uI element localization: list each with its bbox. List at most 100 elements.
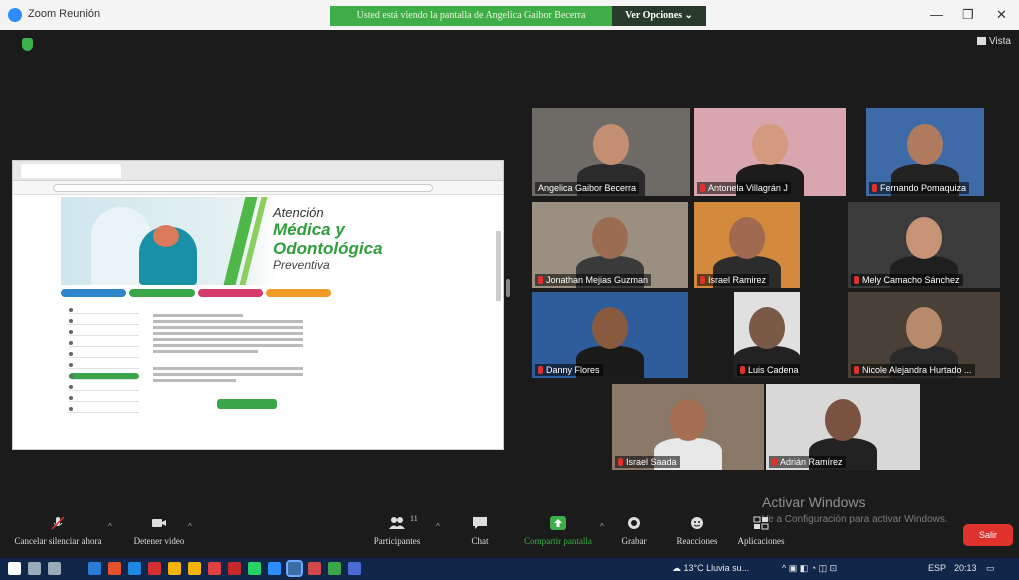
participant-name: Jonathan Mejias Guzman xyxy=(535,274,652,286)
language-indicator[interactable]: ESP xyxy=(928,563,946,573)
website-green-button xyxy=(217,399,277,409)
video-options-caret[interactable]: ^ xyxy=(188,522,192,531)
website-nav-pill xyxy=(265,289,331,297)
zoom-logo-icon xyxy=(8,8,22,22)
participants-button[interactable]: 11 Participantes xyxy=(366,514,428,546)
maximize-button[interactable]: ❐ xyxy=(962,7,974,23)
split-view-handle[interactable] xyxy=(506,279,510,297)
meeting-toolbar: Activar Windows Ve a Configuración para … xyxy=(0,494,1019,558)
view-options-button[interactable]: Ver Opciones ⌄ xyxy=(612,6,706,26)
menu-item xyxy=(69,384,139,391)
participant-video-tile[interactable]: Angelica Gaibor Becerra xyxy=(532,108,690,196)
website-scrollbar xyxy=(496,231,501,301)
participant-video-tile[interactable]: Israel Ramirez xyxy=(694,202,800,288)
participant-video-tile[interactable]: Israel Saada xyxy=(612,384,764,470)
participant-video-tile[interactable]: Mely Camacho Sánchez xyxy=(848,202,1000,288)
website-content-text xyxy=(153,311,303,385)
notifications-icon[interactable]: ▭ xyxy=(986,563,995,574)
participant-face xyxy=(907,123,943,166)
website-nav-pills xyxy=(61,289,331,297)
participants-options-caret[interactable]: ^ xyxy=(436,522,440,531)
unmute-label: Cancelar silenciar ahora xyxy=(14,536,102,546)
browser-tab xyxy=(21,164,121,178)
stop-video-button[interactable]: Detener video xyxy=(126,516,192,546)
participant-video-tile[interactable]: Luis Cadena xyxy=(734,292,800,378)
weather-text: 13°C Lluvia su... xyxy=(683,563,750,573)
clock[interactable]: 20:13 xyxy=(954,563,977,573)
muted-microphone-icon xyxy=(872,184,877,192)
taskbar-app-icon[interactable] xyxy=(308,562,321,575)
menu-item xyxy=(69,351,139,358)
taskbar-app-icon[interactable] xyxy=(128,562,141,575)
participant-face xyxy=(906,307,942,349)
menu-item xyxy=(69,406,139,413)
patient-image xyxy=(153,225,179,247)
participant-name: Antonela Villagrán J xyxy=(697,182,791,194)
chat-button[interactable]: Chat xyxy=(462,516,498,546)
minimize-button[interactable]: — xyxy=(930,7,943,22)
participants-count: 11 xyxy=(410,514,418,523)
taskbar-app-icon[interactable] xyxy=(348,562,361,575)
participant-video-tile[interactable]: Danny Flores xyxy=(532,292,688,378)
share-options-caret[interactable]: ^ xyxy=(600,522,604,531)
participant-name-text: Mely Camacho Sánchez xyxy=(862,275,960,285)
muted-microphone-icon xyxy=(618,458,623,466)
leave-meeting-button[interactable]: Salir xyxy=(963,524,1013,546)
taskbar-app-icon[interactable] xyxy=(248,562,261,575)
menu-item xyxy=(69,318,139,325)
muted-microphone-icon xyxy=(538,366,543,374)
shared-screen: Atención Médica y Odontológica Preventiv… xyxy=(12,160,504,450)
reactions-button[interactable]: Reacciones xyxy=(668,516,726,546)
participant-video-tile[interactable]: Adrián Ramírez xyxy=(766,384,920,470)
share-screen-button[interactable]: Compartir pantalla xyxy=(512,516,604,546)
taskbar-app-icon[interactable] xyxy=(188,562,201,575)
search-icon[interactable] xyxy=(28,562,41,575)
participant-video-tile[interactable]: Nicole Alejandra Hurtado ... xyxy=(848,292,1000,378)
participant-name: Israel Ramirez xyxy=(697,274,770,286)
audio-options-caret[interactable]: ^ xyxy=(108,522,112,531)
participants-label: Participantes xyxy=(373,536,421,546)
participant-face xyxy=(825,399,861,441)
taskbar-app-icon[interactable] xyxy=(228,562,241,575)
participant-name: Luis Cadena xyxy=(737,364,800,376)
apps-label: Aplicaciones xyxy=(737,536,785,546)
participant-face xyxy=(752,123,788,166)
participant-name-text: Nicole Alejandra Hurtado ... xyxy=(862,365,972,375)
taskbar-app-icon[interactable] xyxy=(148,562,161,575)
muted-microphone-icon xyxy=(740,366,745,374)
taskbar-app-icon[interactable] xyxy=(168,562,181,575)
record-button[interactable]: Grabar xyxy=(616,516,652,546)
screen-share-banner: Usted está viendo la pantalla de Angelic… xyxy=(330,6,612,26)
taskbar-app-icon[interactable] xyxy=(108,562,121,575)
taskbar-app-icon[interactable] xyxy=(268,562,281,575)
taskbar-app-icon[interactable] xyxy=(328,562,341,575)
taskbar-app-icon[interactable] xyxy=(48,562,61,575)
close-button[interactable]: ✕ xyxy=(996,7,1007,23)
website-side-menu xyxy=(69,303,139,417)
unmute-button[interactable]: Cancelar silenciar ahora xyxy=(10,516,106,546)
taskbar-app-icon[interactable] xyxy=(286,560,303,577)
taskbar-app-icon[interactable] xyxy=(88,562,101,575)
participant-name-text: Angelica Gaibor Becerra xyxy=(538,183,637,193)
view-layout-button[interactable]: Vista xyxy=(976,36,1011,47)
menu-item xyxy=(69,362,139,369)
participant-name: Fernando Pomaquiza xyxy=(869,182,970,194)
system-tray-icons[interactable]: ^ ▣ ◧ ◔ ◫ ⊡ xyxy=(782,563,837,574)
muted-microphone-icon xyxy=(538,276,543,284)
window-title: Zoom Reunión xyxy=(28,8,101,20)
participant-video-tile[interactable]: Fernando Pomaquiza xyxy=(866,108,984,196)
participant-name-text: Fernando Pomaquiza xyxy=(880,183,967,193)
apps-button[interactable]: Aplicaciones xyxy=(730,516,792,546)
security-shield-icon[interactable] xyxy=(22,38,33,51)
participant-video-tile[interactable]: Jonathan Mejias Guzman xyxy=(532,202,688,288)
start-menu-icon[interactable] xyxy=(8,562,21,575)
taskbar-app-icon[interactable] xyxy=(208,562,221,575)
participant-video-tile[interactable]: Antonela Villagrán J xyxy=(694,108,846,196)
grid-icon xyxy=(976,37,986,45)
website-nav-pill xyxy=(61,289,127,297)
reactions-label: Reacciones xyxy=(676,536,718,546)
apps-icon xyxy=(753,516,769,530)
participant-face xyxy=(593,123,629,166)
website-nav-pill xyxy=(129,289,195,297)
weather-widget[interactable]: ☁ 13°C Lluvia su... xyxy=(672,563,749,574)
